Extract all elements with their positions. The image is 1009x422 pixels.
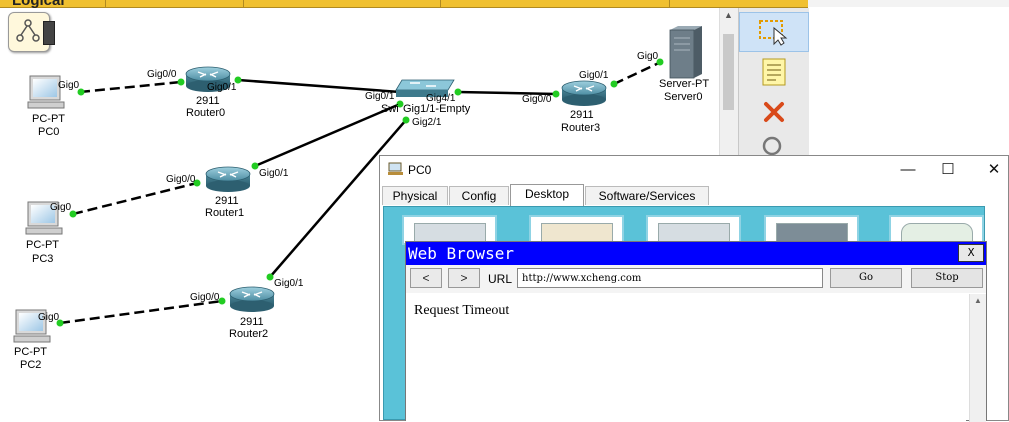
logical-view-indicator [43,21,55,45]
browser-scrollbar[interactable]: ▲ [969,294,986,422]
device-name-label: Router0 [186,107,226,119]
close-window-button[interactable]: ✕ [974,158,1009,182]
forward-button[interactable]: > [448,268,480,288]
select-tool-button[interactable] [739,12,809,52]
port-label: Gig1/1-Empty [403,103,471,115]
window-title: PC0 [408,163,432,177]
device-type-label: PC-PT [14,346,47,358]
note-icon [762,58,786,86]
logical-view-button[interactable] [8,12,55,52]
browser-titlebar[interactable]: Web Browser X [406,242,986,265]
device-model-label: 2911 [196,95,220,107]
web-browser-window: Web Browser X < > URL Go Stop Request Ti… [405,241,987,422]
device-model-label: 2911 [570,109,594,121]
device-type-label: PC-PT [26,239,59,251]
port-label: Gig0/1 [207,82,237,93]
port-label: Gig0/0 [190,292,220,303]
port-label: Gig0 [38,312,60,323]
scroll-up-icon[interactable]: ▲ [724,10,733,20]
link-pc3-router1 [72,181,198,216]
note-tool-button[interactable] [739,52,809,92]
select-icon [759,20,788,46]
pc0-window: PC0 — ☐ ✕ Physical Config Desktop Softwa… [379,155,1009,422]
device-name-label: Server0 [664,91,703,103]
browser-close-button[interactable]: X [958,244,984,262]
window-titlebar[interactable]: PC0 — ☐ ✕ [380,156,1008,184]
delete-tool-button[interactable] [739,92,809,132]
minimize-button[interactable]: — [888,158,928,182]
device-name-label: PC3 [32,253,54,265]
port-label: Gig0/1 [274,278,304,289]
tab-config[interactable]: Config [449,186,509,205]
device-name-label: Router2 [229,328,269,340]
port-label: Gig0 [58,80,80,91]
device-name-label: PC2 [20,359,42,371]
tab-software-services[interactable]: Software/Services [585,186,709,205]
browser-content: Request Timeout [406,294,966,422]
scrollbar-thumb[interactable] [723,34,734,110]
browser-message: Request Timeout [414,303,510,318]
port-label: Gig0/0 [147,69,177,80]
pc-window-icon [388,162,403,175]
port-label: Gig0/0 [166,174,196,185]
device-type-label: PC-PT [32,113,65,125]
port-label: Gig2/1 [412,117,442,128]
go-button[interactable]: Go [830,268,902,288]
device-name-label: Router1 [205,207,245,219]
link-pc0-router0 [79,80,182,94]
scroll-up-icon[interactable]: ▲ [974,296,982,305]
port-label: Gig0 [637,51,659,62]
back-button[interactable]: < [410,268,442,288]
browser-toolbar: < > URL Go Stop [406,265,986,293]
server-icon[interactable] [669,26,702,79]
router-icon[interactable] [205,166,251,192]
canvas-scrollbar[interactable]: ▲ [719,8,738,158]
device-type-label: Server-PT [659,78,710,90]
browser-title: Web Browser [408,244,514,263]
device-name-label: Swi [381,103,399,115]
device-model-label: 2911 [215,195,239,207]
device-name-label: Router3 [561,122,601,134]
link-server0-router3 [613,60,662,86]
port-label: Gig0/1 [259,168,289,179]
tab-physical[interactable]: Physical [382,186,448,205]
port-label: Gig0/1 [579,70,609,81]
url-label: URL [488,272,513,286]
tab-desktop[interactable]: Desktop [510,184,584,206]
link-pc2-router2 [59,299,223,325]
device-model-label: 2911 [240,316,264,328]
device-name-label: PC0 [38,126,60,138]
stop-button[interactable]: Stop [911,268,983,288]
router-icon[interactable] [229,286,275,312]
port-label: Gig0/0 [522,94,552,105]
url-input[interactable] [517,268,823,288]
delete-icon [764,102,784,122]
port-label: Gig0 [50,202,72,213]
router-icon[interactable] [561,80,607,106]
tool-panel [738,8,809,158]
port-label: Gig0/1 [365,91,395,102]
topology-icon [16,19,40,42]
maximize-button[interactable]: ☐ [928,158,968,182]
